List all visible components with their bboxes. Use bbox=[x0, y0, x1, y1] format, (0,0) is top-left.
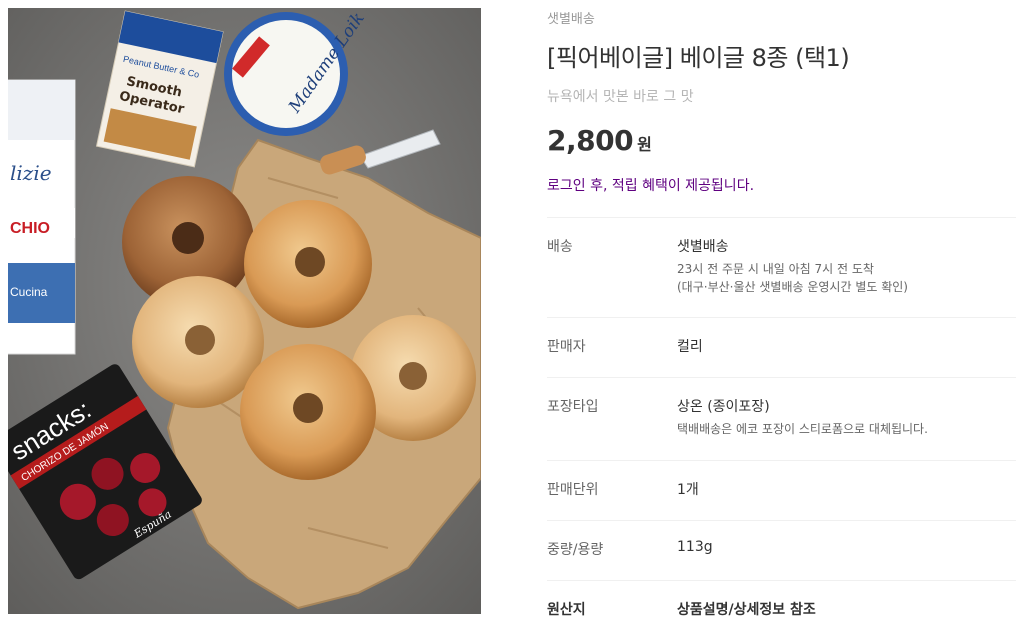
spec-note-line: (대구·부산·울산 샛별배송 운영시간 별도 확인) bbox=[677, 280, 908, 294]
bagel bbox=[244, 200, 372, 328]
product-title: [픽어베이글] 베이글 8종 (택1) bbox=[547, 44, 850, 72]
spec-value: 상온 (종이포장) bbox=[677, 399, 770, 415]
product-spec-list: 배송 샛별배송 23시 전 주문 시 내일 아침 7시 전 도착 (대구·부산·… bbox=[547, 217, 1016, 630]
spec-note-line: 택배배송은 에코 포장이 스티로폼으로 대체됩니다. bbox=[677, 422, 928, 436]
spec-value: 샛별배송 bbox=[677, 239, 729, 255]
spec-row-delivery: 배송 샛별배송 23시 전 주문 시 내일 아침 7시 전 도착 (대구·부산·… bbox=[547, 217, 1016, 317]
product-subtitle: 뉴욕에서 맛본 바로 그 맛 bbox=[547, 89, 694, 105]
delivery-tag: 샛별배송 bbox=[547, 12, 595, 27]
login-benefit-notice: 로그인 후, 적립 혜택이 제공됩니다. bbox=[547, 178, 755, 194]
spec-note: 택배배송은 에코 포장이 스티로폼으로 대체됩니다. bbox=[677, 420, 1016, 438]
box-text-3: Cucina bbox=[10, 285, 48, 299]
product-info-panel: 샛별배송 [픽어베이글] 베이글 8종 (택1) 뉴욕에서 맛본 바로 그 맛 … bbox=[547, 0, 1016, 630]
spec-value: 컬리 bbox=[677, 339, 703, 355]
box-text-2: CHIO bbox=[10, 220, 50, 237]
spec-label: 포장타입 bbox=[547, 399, 599, 415]
spec-value: 1개 bbox=[677, 482, 699, 498]
price: 2,800 원 bbox=[547, 124, 652, 157]
spec-label: 원산지 bbox=[547, 602, 586, 618]
bagel-photo-illustration: lizie CHIO Cucina Peanut Butter & Co Smo… bbox=[8, 8, 481, 614]
spec-row-unit: 판매단위 1개 bbox=[547, 460, 1016, 520]
spec-row-origin: 원산지 상품설명/상세정보 참조 bbox=[547, 580, 1016, 630]
spec-label: 배송 bbox=[547, 239, 573, 255]
price-unit: 원 bbox=[637, 135, 652, 154]
spec-note: 23시 전 주문 시 내일 아침 7시 전 도착 (대구·부산·울산 샛별배송 … bbox=[677, 260, 1016, 296]
spec-value: 상품설명/상세정보 참조 bbox=[677, 602, 816, 618]
spec-row-weight: 중량/용량 113g bbox=[547, 520, 1016, 580]
spec-value: 113g bbox=[677, 539, 713, 555]
spec-note-line: 23시 전 주문 시 내일 아침 7시 전 도착 bbox=[677, 262, 874, 276]
price-value: 2,800 bbox=[547, 124, 634, 157]
product-image: lizie CHIO Cucina Peanut Butter & Co Smo… bbox=[8, 8, 481, 614]
spec-label: 중량/용량 bbox=[547, 542, 604, 558]
spec-label: 판매단위 bbox=[547, 482, 599, 498]
spec-label: 판매자 bbox=[547, 339, 586, 355]
bagel bbox=[132, 276, 264, 408]
spec-row-seller: 판매자 컬리 bbox=[547, 317, 1016, 377]
pasta-box: lizie CHIO Cucina bbox=[8, 79, 76, 355]
spec-row-packaging: 포장타입 상온 (종이포장) 택배배송은 에코 포장이 스티로폼으로 대체됩니다… bbox=[547, 377, 1016, 460]
box-text-1: lizie bbox=[10, 161, 52, 185]
bagel bbox=[240, 344, 376, 480]
